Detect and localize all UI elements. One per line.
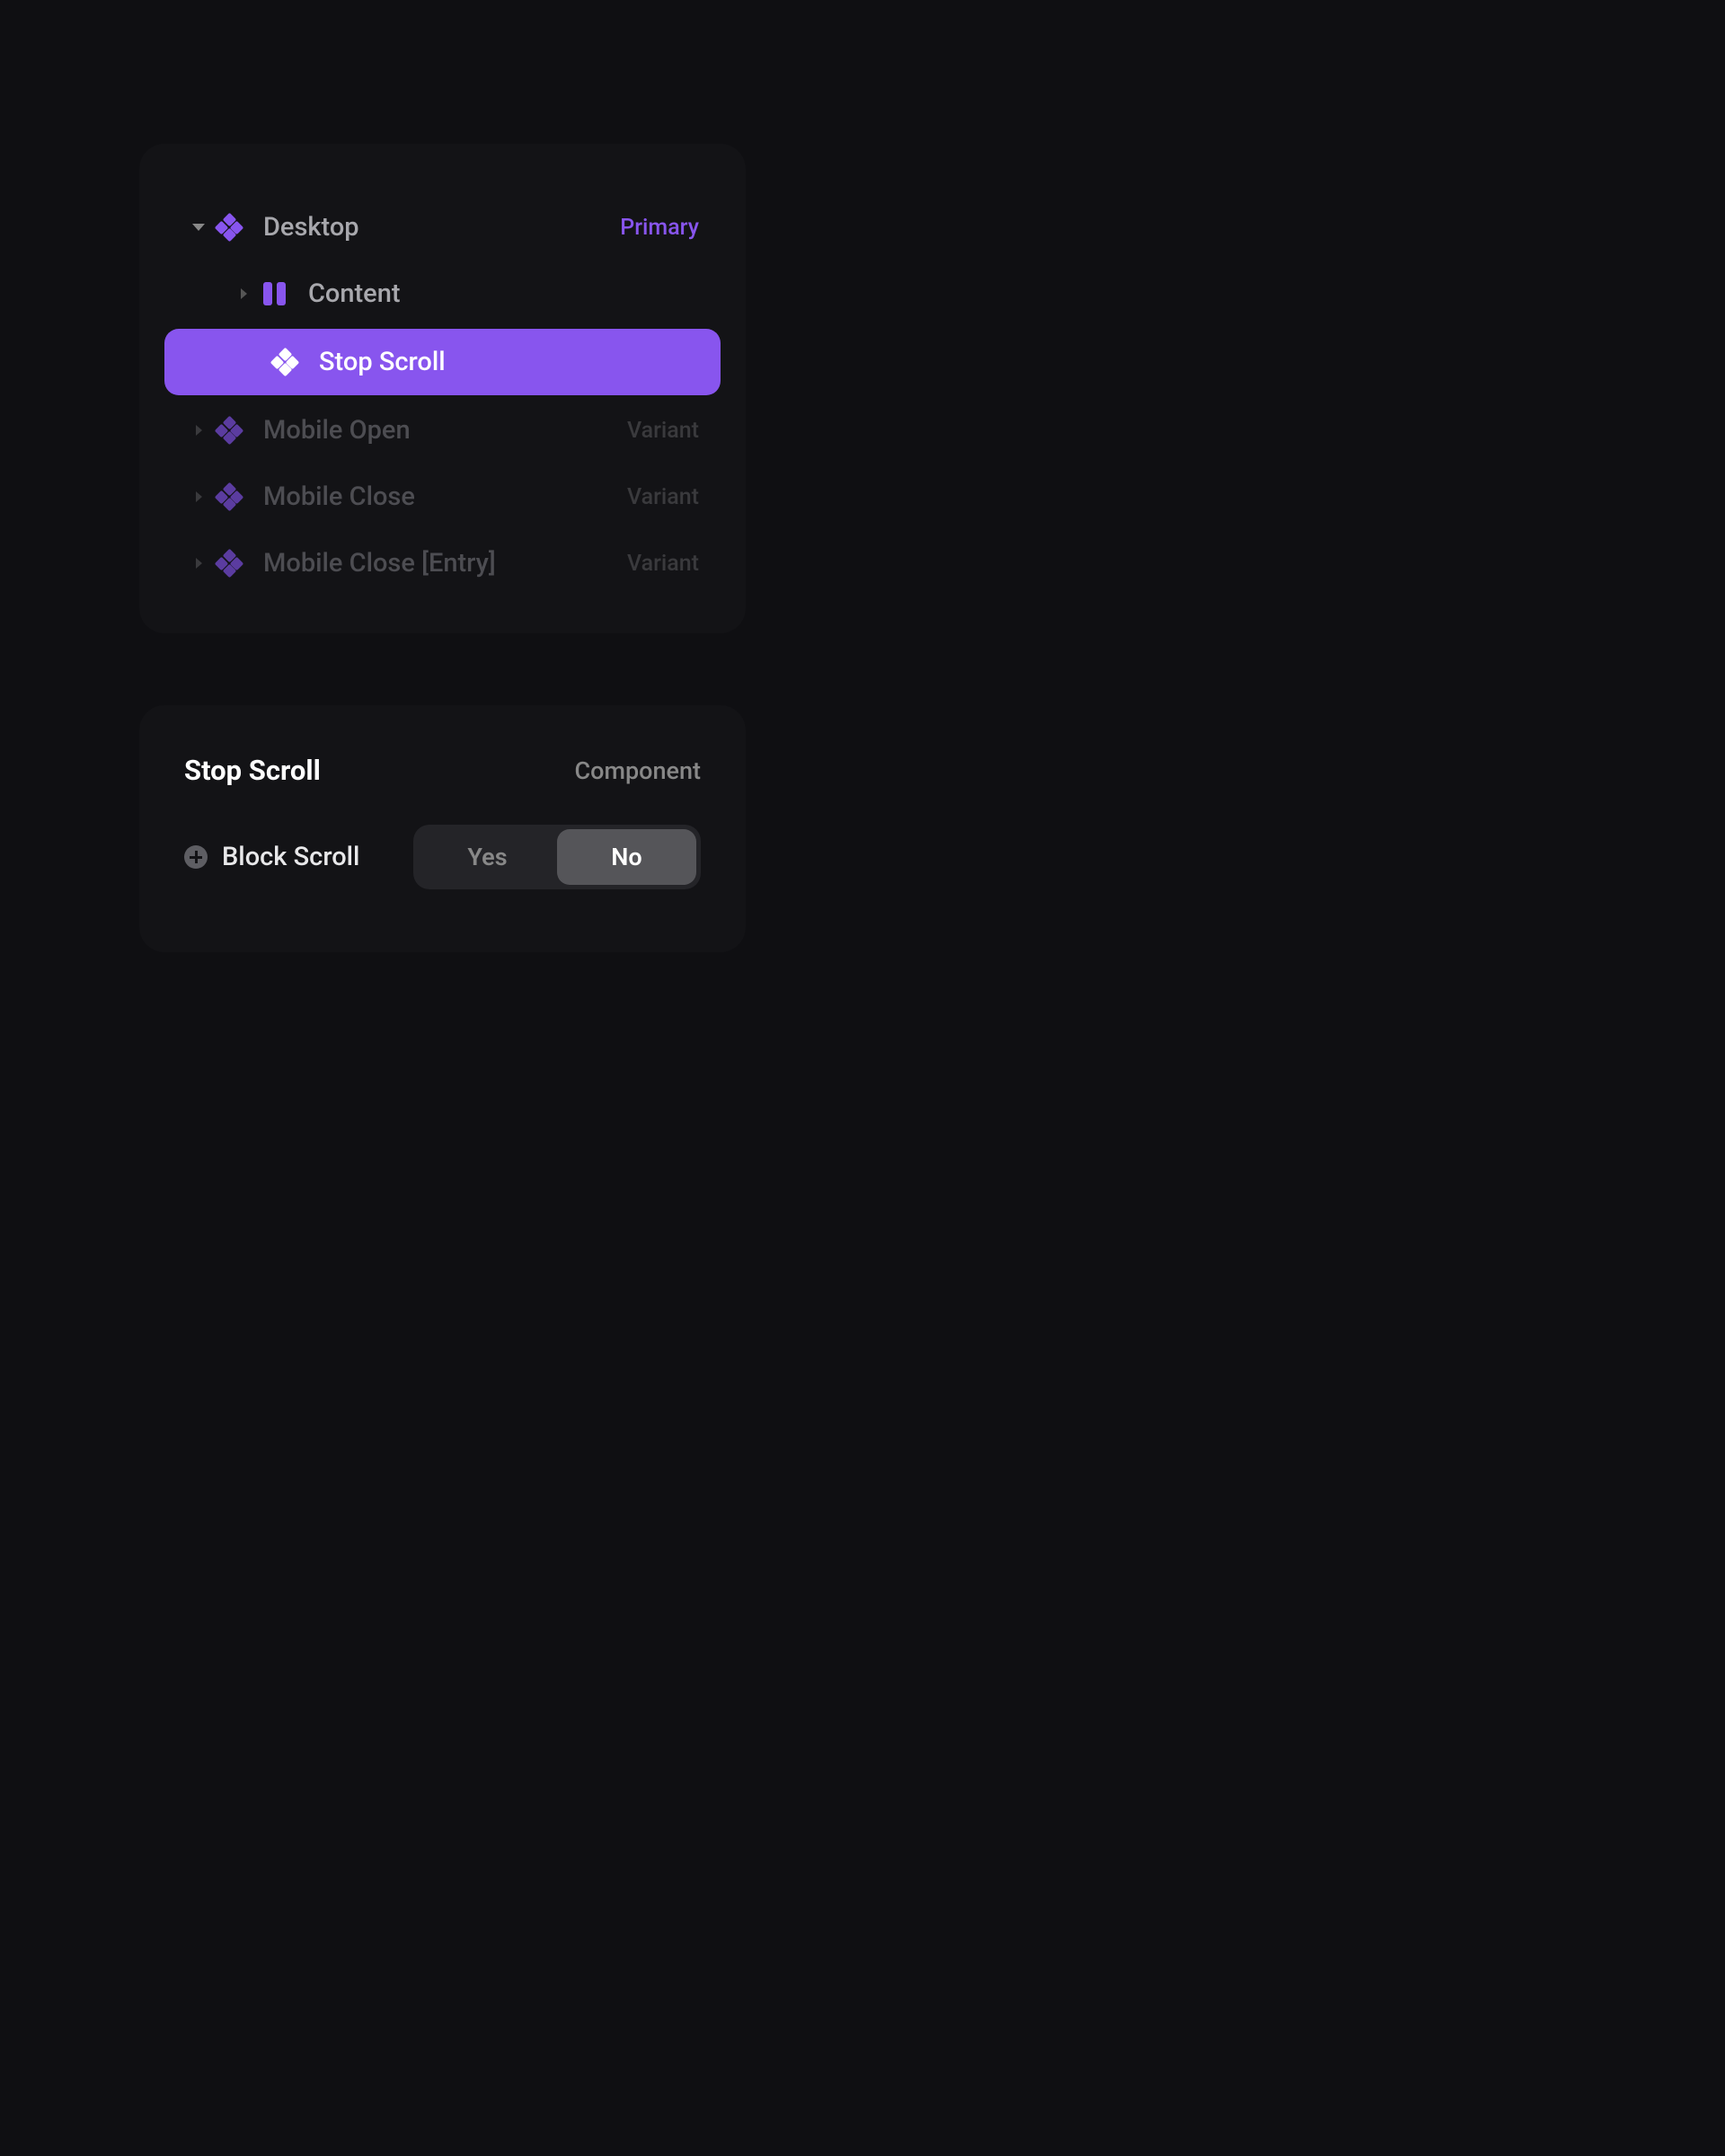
disclosure-right-icon[interactable] — [186, 491, 211, 502]
component-diamond-icon — [211, 484, 247, 509]
disclosure-right-icon[interactable] — [186, 558, 211, 569]
tree-row-badge: Variant — [627, 484, 699, 510]
block-scroll-toggle: Yes No — [413, 825, 701, 889]
disclosure-right-icon[interactable] — [186, 425, 211, 436]
tree-row-label: Mobile Close [Entry] — [263, 548, 627, 579]
layers-tree-panel: Desktop Primary Content Stop Scroll Mobi… — [139, 144, 746, 633]
tree-row-stop-scroll[interactable]: Stop Scroll — [164, 329, 721, 395]
properties-type: Component — [575, 756, 701, 785]
tree-row-content[interactable]: Content — [164, 261, 721, 327]
properties-title: Stop Scroll — [184, 754, 321, 787]
tree-row-label: Content — [308, 278, 699, 309]
tree-row-label: Mobile Open — [263, 415, 627, 446]
tree-row-label: Stop Scroll — [319, 347, 699, 377]
disclosure-down-icon[interactable] — [186, 224, 211, 231]
properties-panel: Stop Scroll Component Block Scroll Yes N… — [139, 705, 746, 952]
component-diamond-icon — [267, 349, 303, 375]
tree-row-label: Desktop — [263, 212, 620, 243]
tree-row-label: Mobile Close — [263, 482, 627, 512]
tree-row-badge: Primary — [620, 215, 699, 241]
tree-row-mobile-close-entry[interactable]: Mobile Close [Entry] Variant — [164, 530, 721, 596]
tree-row-badge: Variant — [627, 418, 699, 444]
block-scroll-yes[interactable]: Yes — [418, 829, 557, 885]
tree-row-badge: Variant — [627, 551, 699, 577]
plus-circle-icon[interactable] — [184, 845, 208, 869]
tree-row-mobile-close[interactable]: Mobile Close Variant — [164, 464, 721, 530]
tree-row-mobile-open[interactable]: Mobile Open Variant — [164, 397, 721, 464]
component-diamond-icon — [211, 215, 247, 240]
tree-row-desktop[interactable]: Desktop Primary — [164, 194, 721, 261]
block-scroll-label: Block Scroll — [222, 842, 413, 872]
component-diamond-icon — [211, 418, 247, 443]
component-diamond-icon — [211, 551, 247, 576]
disclosure-right-icon[interactable] — [231, 288, 256, 299]
frame-bars-icon — [256, 282, 292, 305]
properties-header: Stop Scroll Component — [184, 754, 701, 787]
block-scroll-no[interactable]: No — [557, 829, 696, 885]
block-scroll-row: Block Scroll Yes No — [184, 825, 701, 889]
